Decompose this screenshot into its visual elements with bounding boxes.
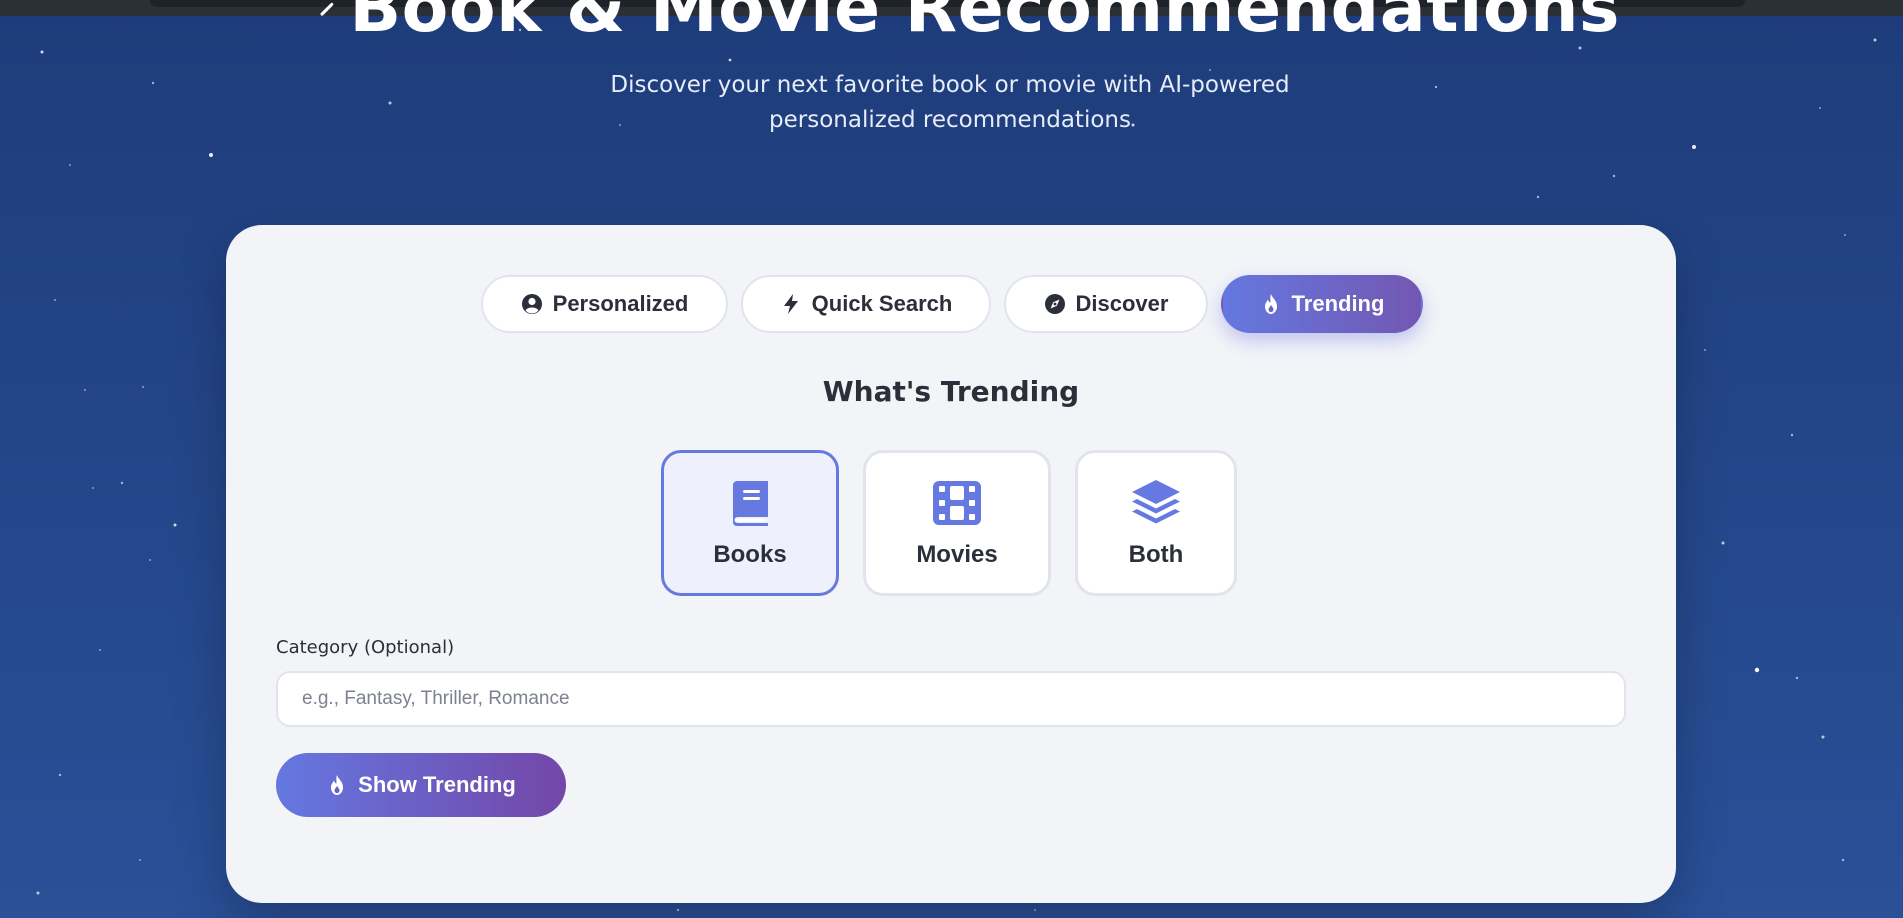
subtitle-line-1: Discover your next favorite book or movi…	[610, 72, 1290, 98]
type-option-books-label: Books	[713, 541, 787, 568]
category-input[interactable]	[276, 671, 1626, 727]
show-trending-button[interactable]: Show Trending	[276, 753, 566, 817]
category-label: Category (Optional)	[276, 637, 455, 658]
tab-discover-label: Discover	[1075, 291, 1169, 316]
tab-trending-label: Trending	[1291, 291, 1385, 316]
mode-tabs: Personalized Quick Search Discover Trend…	[481, 275, 1436, 333]
tab-quick-search-label: Quick Search	[811, 291, 953, 316]
tab-discover[interactable]: Discover	[1004, 275, 1208, 333]
page-title: Book & Movie Recommendations	[349, 0, 1620, 48]
book-icon	[733, 481, 768, 526]
type-option-movies-label: Movies	[916, 541, 998, 568]
tab-quick-search[interactable]: Quick Search	[741, 275, 991, 333]
content-type-selector: Books Movies Both	[661, 450, 1261, 596]
user-circle-icon	[521, 293, 543, 315]
bolt-icon	[780, 293, 802, 315]
compass-icon	[1044, 293, 1066, 315]
page-header: Book & Movie Recommendations	[320, 0, 1620, 48]
show-trending-label: Show Trending	[358, 772, 516, 797]
fire-icon	[1260, 293, 1282, 315]
type-option-books[interactable]: Books	[661, 450, 839, 596]
recommendation-card: Personalized Quick Search Discover Trend…	[226, 225, 1676, 903]
type-option-both-label: Both	[1128, 541, 1184, 568]
tab-personalized-label: Personalized	[552, 291, 689, 316]
tab-personalized[interactable]: Personalized	[481, 275, 728, 333]
subtitle-line-2: personalized recommendations	[769, 107, 1131, 133]
film-icon	[933, 481, 981, 525]
type-option-movies[interactable]: Movies	[863, 450, 1051, 596]
layers-icon	[1132, 480, 1180, 524]
section-title: What's Trending	[822, 375, 1080, 408]
tab-trending[interactable]: Trending	[1221, 275, 1423, 333]
type-option-both[interactable]: Both	[1075, 450, 1237, 596]
fire-icon	[326, 774, 348, 796]
page-subtitle: Discover your next favorite book or movi…	[560, 68, 1340, 138]
magic-wand-icon	[320, 2, 334, 16]
